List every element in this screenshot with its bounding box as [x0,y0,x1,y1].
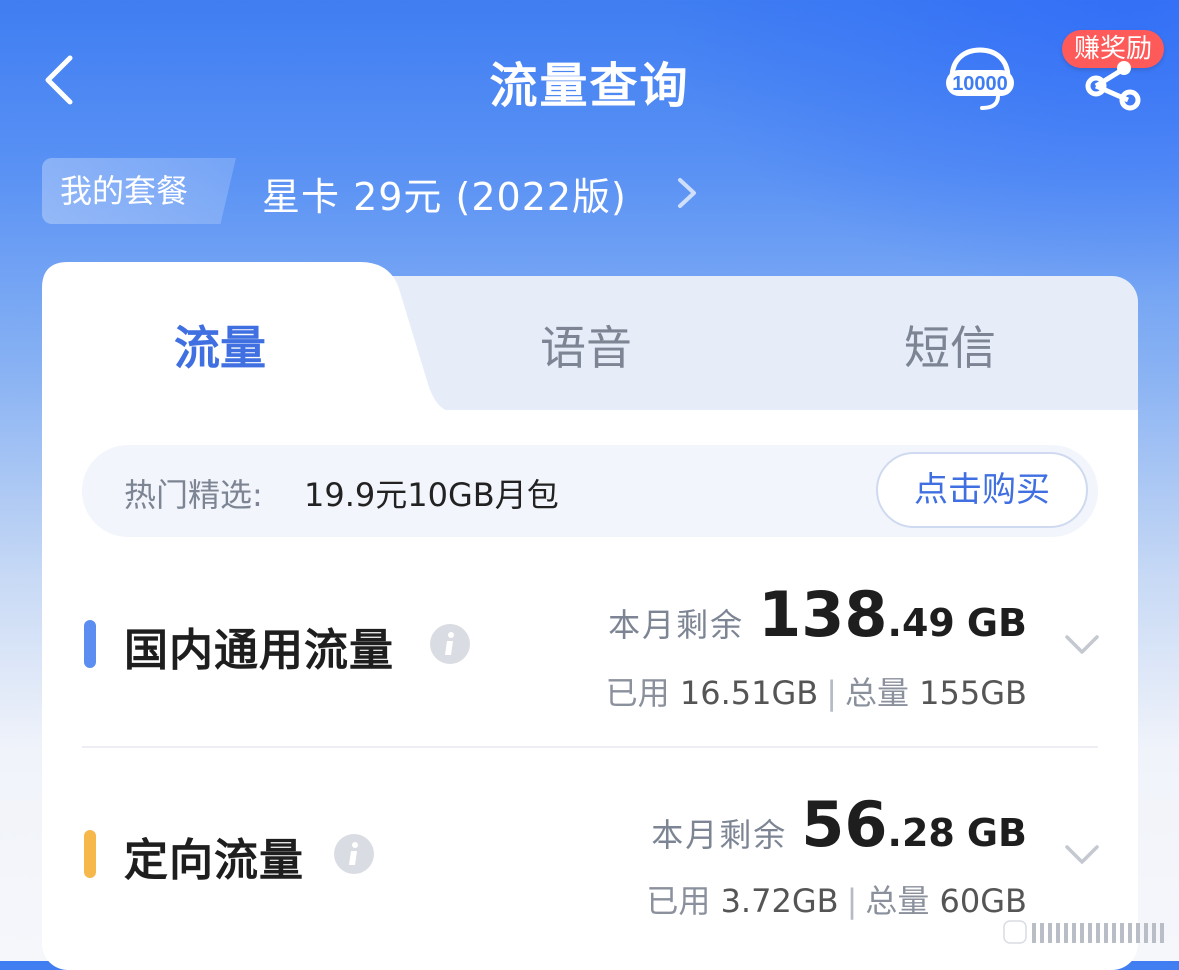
info-icon[interactable] [334,834,374,874]
used-value: 16.51GB [679,674,819,712]
domestic-data-usage: 已用 16.51GB | 总量 155GB [606,668,1027,714]
remaining-unit: GB [966,601,1027,645]
directed-data-color-bar [84,830,96,878]
chevron-down-icon[interactable] [1064,844,1100,866]
buy-button[interactable]: 点击购买 [876,452,1088,528]
directed-data-remaining: 本月剩余 56.28 GB [651,788,1027,861]
chevron-right-icon[interactable] [674,176,700,210]
total-value: 155GB [919,674,1027,712]
remaining-label: 本月剩余 [608,606,745,644]
promo-label: 热门精选: [124,476,263,514]
total-value: 60GB [939,882,1027,920]
info-icon[interactable] [430,624,470,664]
my-plan-tag: 我的套餐 [42,158,236,224]
total-label: 总量 [865,882,930,920]
remaining-decimal: .49 [887,601,955,645]
svg-text:10000: 10000 [952,73,1008,95]
tab-voice[interactable]: 语音 [540,312,632,378]
remaining-integer: 138 [758,578,888,651]
tab-sms[interactable]: 短信 [904,312,996,378]
domestic-data-title: 国内通用流量 [124,625,394,676]
used-label: 已用 [646,882,711,920]
used-label: 已用 [605,674,670,712]
promo-value: 19.9元10GB月包 [304,476,559,514]
domestic-data-remaining: 本月剩余 138.49 GB [608,578,1027,651]
chevron-down-icon[interactable] [1064,634,1100,656]
remaining-integer: 56 [801,788,888,861]
share-icon[interactable] [1082,56,1144,112]
directed-data-usage: 已用 3.72GB | 总量 60GB [646,876,1027,922]
watermark-logo [1003,920,1164,944]
total-label: 总量 [844,674,909,712]
domestic-data-color-bar [84,620,96,668]
usage-separator: | [846,882,858,920]
usage-separator: | [826,674,837,712]
row-divider [82,746,1098,748]
tab-data[interactable]: 流量 [174,312,266,378]
remaining-decimal: .28 [887,811,955,855]
directed-data-title: 定向流量 [124,835,304,886]
used-value: 3.72GB [720,882,839,920]
remaining-unit: GB [966,811,1027,855]
plan-name[interactable]: 星卡 29元 (2022版) [262,166,627,221]
customer-service-10000-icon[interactable]: 10000 [942,44,1018,114]
remaining-label: 本月剩余 [651,816,788,854]
